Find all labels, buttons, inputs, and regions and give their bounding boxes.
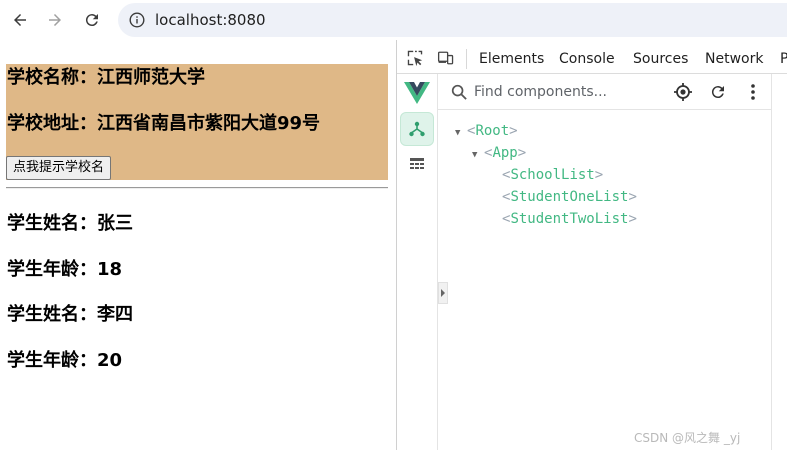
back-button[interactable] xyxy=(8,8,32,32)
components-tab[interactable] xyxy=(400,112,434,146)
vue-logo-icon xyxy=(400,76,434,110)
tab-network[interactable]: Network xyxy=(705,50,763,68)
forward-button[interactable] xyxy=(43,8,67,32)
reload-icon xyxy=(85,14,98,27)
component-search-input[interactable] xyxy=(474,82,654,102)
panel-resize-handle[interactable] xyxy=(438,282,448,304)
tab-console[interactable]: Console xyxy=(559,50,615,68)
more-options-button[interactable] xyxy=(743,82,763,102)
search-icon xyxy=(449,82,469,102)
student-name: 学生姓名：张三 xyxy=(7,213,133,234)
table-icon xyxy=(410,158,424,169)
inspect-element-button[interactable] xyxy=(405,48,425,68)
tree-node-app[interactable]: ▼ <App> xyxy=(472,142,526,166)
device-toolbar-button[interactable] xyxy=(435,48,457,68)
expand-caret-icon[interactable]: ▼ xyxy=(472,144,484,166)
watermark: CSDN @风之舞 _yj xyxy=(634,431,741,445)
inspect-icon xyxy=(407,50,423,67)
school-address: 学校地址：江西省南昌市紫阳大道99号 xyxy=(7,113,321,134)
show-school-name-button[interactable]: 点我提示学校名 xyxy=(6,156,112,180)
tab-sources[interactable]: Sources xyxy=(633,50,688,68)
student-age: 学生年龄：20 xyxy=(7,350,123,371)
refresh-icon xyxy=(711,86,724,99)
school-name: 学校名称：江西师范大学 xyxy=(7,67,205,88)
tree-node-studentonelist[interactable]: <StudentOneList> xyxy=(502,186,637,208)
url-text[interactable]: localhost:8080 xyxy=(155,9,266,31)
select-component-button[interactable] xyxy=(673,82,693,102)
crosshair-icon xyxy=(674,83,692,101)
tab-separator xyxy=(466,49,467,69)
tab-overflow[interactable]: P xyxy=(780,50,787,68)
component-tree-icon xyxy=(409,121,425,137)
device-toggle-icon xyxy=(437,51,454,65)
refresh-button[interactable] xyxy=(708,82,728,102)
arrow-left-icon xyxy=(14,14,26,26)
student-age: 学生年龄：18 xyxy=(7,259,123,280)
timeline-tab[interactable] xyxy=(400,147,434,181)
expand-caret-icon[interactable]: ▼ xyxy=(455,122,467,144)
tab-elements[interactable]: Elements xyxy=(479,50,544,68)
divider xyxy=(6,187,388,189)
panel-divider xyxy=(771,74,772,450)
chevron-right-icon xyxy=(441,289,445,297)
tree-node-schoollist[interactable]: <SchoolList> xyxy=(502,164,603,186)
tree-node-studenttwolist[interactable]: <StudentTwoList> xyxy=(502,208,637,230)
student-name: 学生姓名：李四 xyxy=(7,304,133,325)
tree-node-root[interactable]: ▼ <Root> xyxy=(455,120,518,144)
arrow-right-icon xyxy=(49,14,61,26)
info-icon[interactable] xyxy=(128,11,146,29)
reload-button[interactable] xyxy=(80,8,104,32)
kebab-menu-icon xyxy=(751,84,755,100)
